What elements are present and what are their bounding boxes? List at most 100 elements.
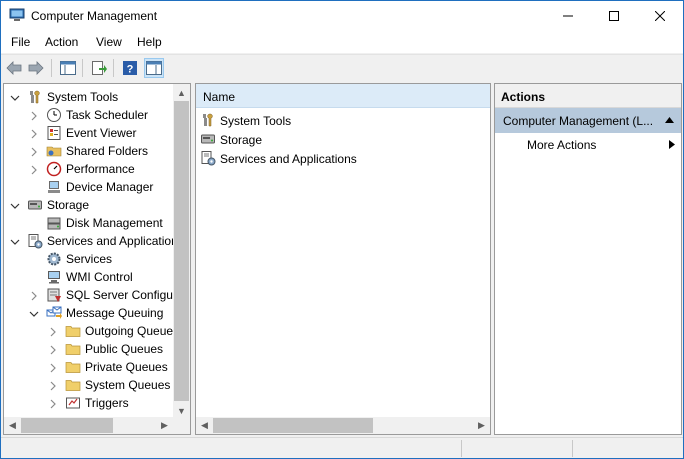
disk-management-icon — [46, 215, 62, 231]
name-column-header[interactable]: Name — [196, 84, 490, 108]
window-title: Computer Management — [31, 9, 158, 23]
show-hide-console-tree-button[interactable] — [58, 58, 78, 78]
collapse-chevron-right-icon[interactable] — [48, 326, 58, 337]
computer-management-window: Computer Management File Action View Hel… — [0, 0, 684, 459]
submenu-arrow-icon — [669, 140, 675, 149]
collapse-chevron-right-icon[interactable] — [29, 164, 39, 175]
tree-item-label: Storage — [47, 198, 90, 212]
tree-item-task-scheduler[interactable]: Task Scheduler — [4, 106, 176, 124]
export-list-icon — [92, 61, 107, 75]
tree-horizontal-scroll-thumb[interactable] — [21, 418, 113, 433]
collapse-chevron-right-icon[interactable] — [48, 362, 58, 373]
results-horizontal-scroll-thumb[interactable] — [213, 418, 373, 433]
list-item-label: System Tools — [220, 114, 292, 128]
tree-item-public-queues[interactable]: Public Queues — [4, 340, 176, 358]
tree-item-triggers[interactable]: Triggers — [4, 394, 176, 412]
close-icon — [655, 11, 665, 21]
actions-section-computer-management[interactable]: Computer Management (L... — [495, 108, 681, 133]
wmi-control-icon — [46, 269, 62, 285]
more-actions-label: More Actions — [527, 138, 597, 152]
services-apps-icon — [200, 150, 216, 166]
scroll-up-arrow-icon[interactable]: ▲ — [173, 84, 190, 101]
tree-item-label: WMI Control — [66, 270, 133, 284]
tree-item-disk-management[interactable]: Disk Management — [4, 214, 176, 232]
show-hide-action-pane-icon — [146, 61, 162, 75]
services-apps-icon — [27, 233, 43, 249]
folder-icon — [65, 359, 81, 375]
collapse-chevron-right-icon[interactable] — [29, 128, 39, 139]
menu-bar: File Action View Help — [1, 31, 683, 53]
tree-item-label: Message Queuing — [66, 306, 164, 320]
device-manager-icon — [46, 179, 62, 195]
tree-item-label: Outgoing Queues — [85, 324, 180, 338]
minimize-button[interactable] — [545, 1, 591, 31]
tree-item-private-queues[interactable]: Private Queues — [4, 358, 176, 376]
menu-help[interactable]: Help — [137, 35, 162, 49]
menu-action[interactable]: Action — [45, 35, 78, 49]
more-actions-item[interactable]: More Actions — [495, 135, 681, 155]
event-viewer-icon — [46, 125, 62, 141]
actions-header: Actions — [495, 84, 681, 108]
menu-view[interactable]: View — [96, 35, 122, 49]
console-tree-pane[interactable]: System Tools Task Scheduler Event Viewer Sh… — [3, 83, 191, 435]
folder-icon — [65, 377, 81, 393]
tree-item-outgoing-queues[interactable]: Outgoing Queues — [4, 322, 180, 340]
collapse-chevron-right-icon[interactable] — [29, 290, 39, 301]
forward-button[interactable] — [26, 58, 46, 78]
clock-icon — [46, 107, 62, 123]
back-button[interactable] — [4, 58, 24, 78]
status-separator — [461, 440, 462, 457]
title-bar: Computer Management — [1, 1, 683, 31]
show-hide-action-pane-button[interactable] — [144, 58, 164, 78]
system-tools-icon — [27, 89, 43, 105]
help-icon: ? — [123, 61, 137, 76]
scroll-left-arrow-icon[interactable]: ◀ — [4, 417, 21, 434]
tree-item-label: Task Scheduler — [66, 108, 149, 122]
forward-icon — [28, 61, 44, 75]
collapse-up-arrow-icon[interactable] — [665, 117, 674, 123]
maximize-button[interactable] — [591, 1, 637, 31]
scroll-left-arrow-icon[interactable]: ◀ — [196, 417, 213, 434]
export-list-button[interactable] — [89, 58, 109, 78]
help-button[interactable]: ? — [120, 58, 140, 78]
collapse-chevron-right-icon[interactable] — [29, 146, 39, 157]
close-button[interactable] — [637, 1, 683, 31]
status-bar — [1, 437, 683, 458]
tree-item-label: System Queues — [85, 378, 171, 392]
expand-chevron-down-icon[interactable] — [10, 200, 20, 210]
collapse-chevron-right-icon[interactable] — [29, 110, 39, 121]
minimize-icon — [563, 15, 573, 17]
tree-item-message-queuing[interactable]: Message Queuing — [4, 304, 176, 322]
tree-item-system-tools[interactable]: System Tools — [4, 88, 176, 106]
maximize-icon — [609, 11, 619, 21]
tree-item-services[interactable]: Services — [4, 250, 176, 268]
collapse-chevron-right-icon[interactable] — [48, 344, 58, 355]
scroll-right-arrow-icon[interactable]: ▶ — [473, 417, 490, 434]
collapse-chevron-right-icon[interactable] — [48, 380, 58, 391]
triggers-icon — [65, 395, 81, 411]
scroll-right-arrow-icon[interactable]: ▶ — [156, 417, 173, 434]
menu-file[interactable]: File — [11, 35, 30, 49]
tree-item-performance[interactable]: Performance — [4, 160, 176, 178]
tree-item-label: System Tools — [47, 90, 119, 104]
expand-chevron-down-icon[interactable] — [10, 92, 20, 102]
tree-item-label: Services — [66, 252, 113, 266]
tree-item-device-manager[interactable]: Device Manager — [4, 178, 176, 196]
tree-item-storage[interactable]: Storage — [4, 196, 176, 214]
tree-item-wmi-control[interactable]: WMI Control — [4, 268, 176, 286]
tree-item-label: Performance — [66, 162, 135, 176]
tree-item-services-and-applications[interactable]: Services and Applications — [4, 232, 184, 250]
expand-chevron-down-icon[interactable] — [10, 236, 20, 246]
collapse-chevron-right-icon[interactable] — [48, 398, 58, 409]
results-horizontal-scrollbar[interactable]: ◀ ▶ — [196, 417, 490, 434]
results-pane[interactable]: Name System Tools Storage Services and App… — [195, 83, 491, 435]
expand-chevron-down-icon[interactable] — [29, 308, 39, 318]
tree-vertical-scroll-thumb[interactable] — [174, 101, 189, 401]
tree-horizontal-scrollbar[interactable]: ◀ ▶ — [4, 417, 190, 434]
tree-item-system-queues[interactable]: System Queues — [4, 376, 176, 394]
tree-item-shared-folders[interactable]: Shared Folders — [4, 142, 176, 160]
tree-vertical-scrollbar[interactable]: ▲ ▼ — [173, 84, 190, 419]
tree-item-event-viewer[interactable]: Event Viewer — [4, 124, 176, 142]
tree-item-label: Disk Management — [66, 216, 163, 230]
tree-item-sql-server-configuration-manager[interactable]: SQL Server Configuration Manager — [4, 286, 190, 304]
